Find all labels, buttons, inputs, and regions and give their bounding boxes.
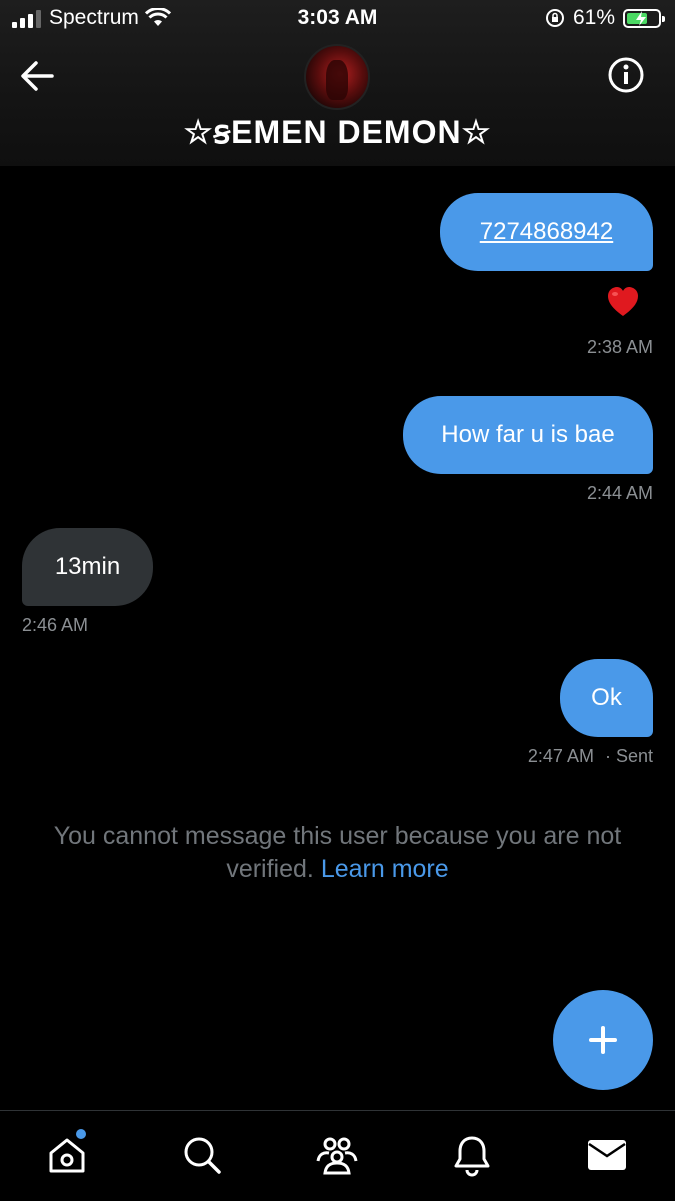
- message-text: Ok: [591, 684, 622, 711]
- message-timestamp-row: 2:47 AM · Sent: [528, 746, 653, 767]
- back-button[interactable]: [18, 58, 58, 94]
- home-icon: [49, 1138, 85, 1173]
- communities-icon: [316, 1137, 358, 1175]
- info-icon: [608, 57, 644, 93]
- message-status: · Sent: [604, 746, 653, 766]
- battery-percent: 61%: [572, 6, 615, 29]
- avatar[interactable]: [304, 44, 370, 110]
- phone-number-link[interactable]: 7274868942: [480, 218, 613, 246]
- message-text: How far u is bae: [441, 421, 615, 448]
- message-bubble-incoming[interactable]: 13min: [22, 528, 153, 606]
- verification-notice: You cannot message this user because you…: [20, 820, 655, 886]
- battery-icon: [623, 8, 665, 28]
- learn-more-link[interactable]: Learn more: [321, 855, 449, 883]
- home-notification-dot: [76, 1129, 86, 1139]
- message-timestamp: 2:38 AM: [586, 337, 653, 357]
- tab-messages[interactable]: [585, 1133, 629, 1177]
- message-bubble-outgoing[interactable]: Ok: [560, 659, 653, 737]
- message-timestamp: 2:44 AM: [586, 483, 653, 503]
- search-icon: [184, 1137, 221, 1174]
- header: Spectrum 3:03 AM 61% ☆ꞩEMEN DEMON☆: [0, 0, 675, 166]
- notifications-icon: [454, 1136, 490, 1177]
- info-button[interactable]: [607, 56, 645, 94]
- new-message-button[interactable]: [553, 990, 653, 1090]
- tab-home[interactable]: [45, 1133, 89, 1177]
- message-timestamp: 2:46 AM: [22, 615, 89, 635]
- orientation-lock-icon: [545, 9, 564, 27]
- tab-search[interactable]: [180, 1133, 224, 1177]
- message-bubble-outgoing[interactable]: How far u is bae: [403, 396, 653, 474]
- messages-icon: [588, 1140, 626, 1170]
- arrow-left-icon: [21, 61, 54, 91]
- message-text: 13min: [54, 553, 121, 580]
- message-bubble-outgoing[interactable]: 7274868942: [440, 193, 653, 271]
- tab-communities[interactable]: [315, 1133, 359, 1177]
- chat-title[interactable]: ☆ꞩEMEN DEMON☆: [0, 113, 675, 151]
- status-bar: Spectrum 3:03 AM 61%: [0, 0, 675, 38]
- bottom-tab-bar: [0, 1110, 675, 1201]
- message-timestamp: 2:47 AM: [527, 746, 594, 766]
- tab-notifications[interactable]: [450, 1133, 494, 1177]
- heart-reaction-icon[interactable]: [605, 284, 641, 320]
